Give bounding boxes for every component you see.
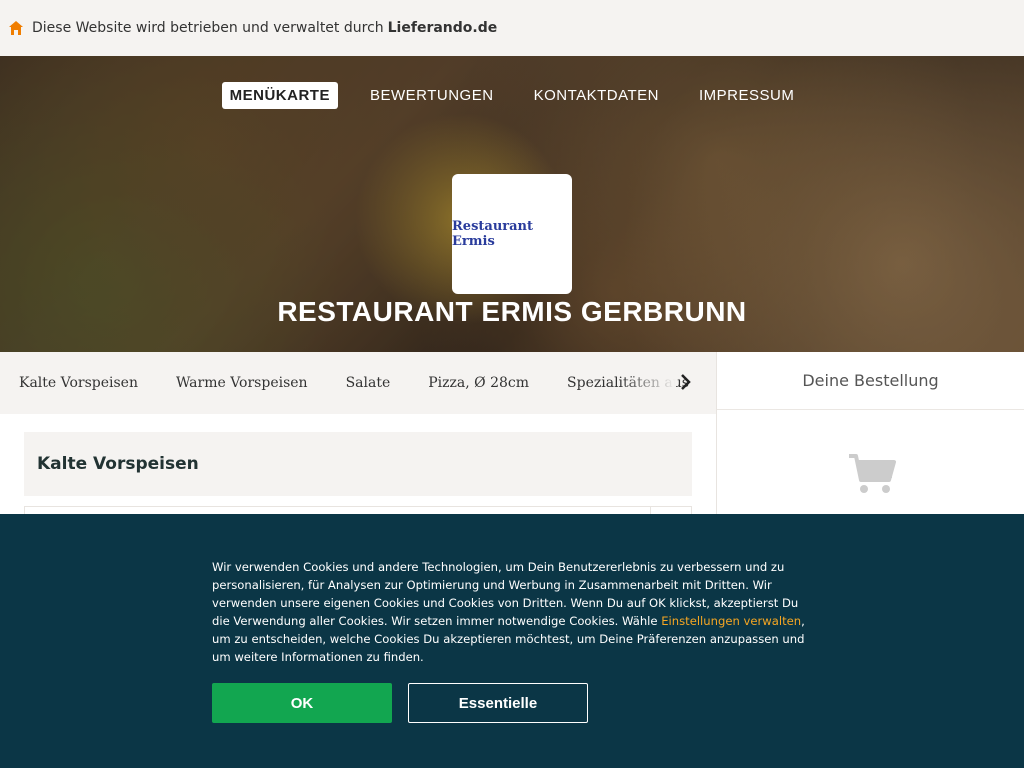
category-kalte-vorspeisen[interactable]: Kalte Vorspeisen (19, 375, 138, 391)
cookie-text: Wir verwenden Cookies und andere Technol… (212, 558, 816, 666)
restaurant-title: RESTAURANT ERMIS GERBRUNN (277, 296, 747, 327)
operator-bar: Diese Website wird betrieben und verwalt… (0, 0, 1024, 56)
cookie-settings-link[interactable]: Einstellungen verwalten (661, 614, 801, 628)
section-title: Kalte Vorspeisen (24, 432, 692, 496)
category-salate[interactable]: Salate (346, 375, 391, 391)
category-fade (620, 352, 676, 414)
nav-bewertungen[interactable]: BEWERTUNGEN (362, 82, 502, 109)
nav-impressum[interactable]: IMPRESSUM (691, 82, 802, 109)
category-pizza[interactable]: Pizza, Ø 28cm (428, 375, 529, 391)
cookie-essential-button[interactable]: Essentielle (408, 683, 588, 723)
main-nav: MENÜKARTE BEWERTUNGEN KONTAKTDATEN IMPRE… (0, 82, 1024, 109)
category-warme-vorspeisen[interactable]: Warme Vorspeisen (176, 375, 308, 391)
house-icon (9, 21, 23, 35)
cookie-banner: Wir verwenden Cookies und andere Technol… (0, 514, 1024, 768)
category-nav: Kalte Vorspeisen Warme Vorspeisen Salate… (0, 352, 716, 414)
operator-brand-link[interactable]: Lieferando.de (388, 20, 498, 36)
cookie-ok-button[interactable]: OK (212, 683, 392, 723)
nav-menukarte[interactable]: MENÜKARTE (221, 82, 338, 109)
restaurant-logo-text: Restaurant Ermis (452, 219, 534, 249)
chevron-right-icon[interactable] (676, 372, 696, 392)
hero-banner: MENÜKARTE BEWERTUNGEN KONTAKTDATEN IMPRE… (0, 56, 1024, 352)
cart-icon (849, 454, 896, 493)
restaurant-logo: Restaurant Ermis (452, 174, 572, 294)
order-heading: Deine Bestellung (717, 352, 1024, 410)
nav-kontaktdaten[interactable]: KONTAKTDATEN (526, 82, 667, 109)
operator-text: Diese Website wird betrieben und verwalt… (32, 20, 384, 36)
